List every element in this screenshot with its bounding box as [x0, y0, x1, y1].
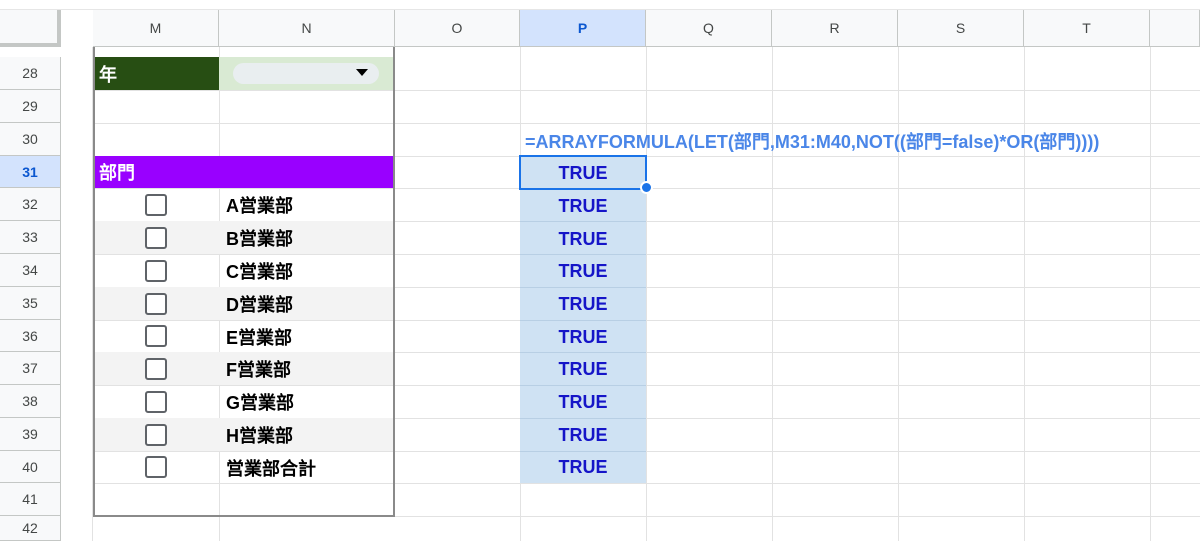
row-header-28[interactable]: 28 [0, 57, 61, 90]
column-header-q[interactable]: Q [646, 10, 772, 47]
row-header-40[interactable]: 40 [0, 451, 61, 483]
department-checkbox-c[interactable] [145, 260, 167, 282]
year-label: 年 [93, 57, 219, 90]
department-name[interactable]: G営業部 [219, 385, 394, 418]
grid-line [898, 47, 899, 541]
department-checkbox-h[interactable] [145, 424, 167, 446]
department-checkbox-total[interactable] [145, 456, 167, 478]
row-header-32[interactable]: 32 [0, 188, 61, 221]
grid-line [93, 516, 1200, 517]
department-checkbox-d[interactable] [145, 293, 167, 315]
result-cell[interactable]: TRUE [520, 321, 646, 354]
department-checkbox-b[interactable] [145, 227, 167, 249]
result-cell[interactable]: TRUE [520, 386, 646, 419]
row-header-42[interactable]: 42 [0, 516, 61, 541]
grid-line [1150, 47, 1151, 541]
grid-line [93, 90, 1200, 91]
row-header-39[interactable]: 39 [0, 418, 61, 451]
row-header-33[interactable]: 33 [0, 221, 61, 254]
result-cell[interactable]: TRUE [520, 190, 646, 223]
row-header-36[interactable]: 36 [0, 320, 61, 352]
frozen-gutter [61, 47, 93, 541]
department-name[interactable]: E営業部 [219, 320, 394, 353]
grid-line [646, 47, 647, 541]
select-all-corner[interactable] [0, 10, 61, 47]
column-header-u[interactable] [1150, 10, 1200, 47]
column-header-r[interactable]: R [772, 10, 898, 47]
result-cell[interactable]: TRUE [520, 451, 646, 484]
result-cell[interactable]: TRUE [520, 353, 646, 386]
column-header-p[interactable]: P [520, 10, 646, 47]
row-header-31[interactable]: 31 [0, 156, 61, 188]
department-name[interactable]: A営業部 [219, 188, 394, 221]
department-checkbox-e[interactable] [145, 325, 167, 347]
department-name[interactable]: 営業部合計 [219, 451, 394, 484]
department-header: 部門 [93, 156, 394, 188]
column-header-n[interactable]: N [219, 10, 395, 47]
department-checkbox-a[interactable] [145, 194, 167, 216]
department-name[interactable]: B営業部 [219, 221, 394, 254]
grid-line [1024, 47, 1025, 541]
row-header-37[interactable]: 37 [0, 352, 61, 385]
row-header-34[interactable]: 34 [0, 254, 61, 287]
result-cell[interactable]: TRUE [520, 419, 646, 452]
department-name[interactable]: F営業部 [219, 352, 394, 385]
department-name[interactable]: H営業部 [219, 418, 394, 451]
department-checkbox-g[interactable] [145, 391, 167, 413]
column-header-t[interactable]: T [1024, 10, 1150, 47]
department-name[interactable]: D営業部 [219, 287, 394, 320]
formula-text[interactable]: =ARRAYFORMULA(LET(部門,M31:M40,NOT((部門=fal… [525, 124, 1099, 157]
result-cell[interactable]: TRUE [520, 255, 646, 288]
department-name[interactable]: C営業部 [219, 254, 394, 287]
row-header-30[interactable]: 30 [0, 123, 61, 156]
result-cell[interactable]: TRUE [520, 157, 646, 190]
column-header-s[interactable]: S [898, 10, 1024, 47]
toolbar-edge [0, 0, 1200, 10]
row-header-41[interactable]: 41 [0, 483, 61, 516]
result-cell[interactable]: TRUE [520, 288, 646, 321]
chevron-down-icon[interactable] [356, 69, 368, 76]
row-header-29[interactable]: 29 [0, 90, 61, 123]
row-header-35[interactable]: 35 [0, 287, 61, 320]
column-header-o[interactable]: O [395, 10, 520, 47]
row-header-38[interactable]: 38 [0, 385, 61, 418]
result-cell[interactable]: TRUE [520, 223, 646, 256]
grid-line [772, 47, 773, 541]
department-checkbox-f[interactable] [145, 358, 167, 380]
fill-handle[interactable] [640, 181, 653, 194]
column-header-m[interactable]: M [93, 10, 219, 47]
